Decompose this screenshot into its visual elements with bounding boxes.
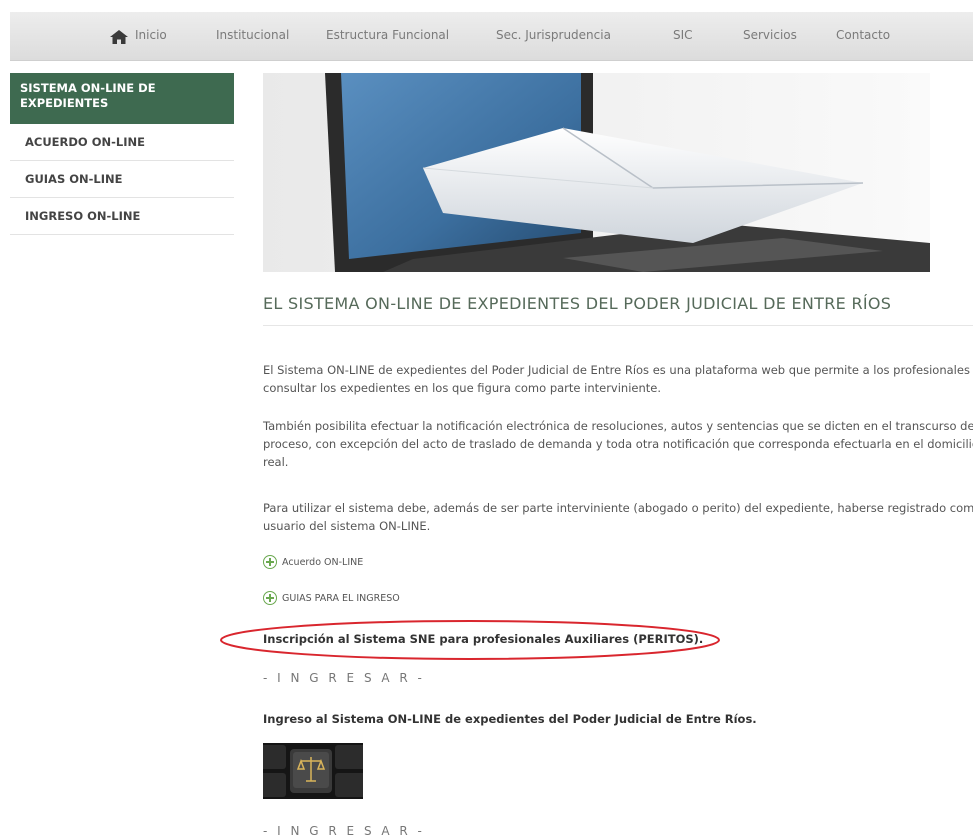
guias-ingreso-link-label: GUIAS PARA EL INGRESO (282, 592, 400, 604)
nav-sec-jurisprudencia[interactable]: Sec. Jurisprudencia (496, 28, 611, 42)
guias-ingreso-link[interactable]: GUIAS PARA EL INGRESO (263, 591, 400, 605)
ingresar-peritos-link[interactable]: - I N G R E S A R - (263, 671, 425, 685)
plus-circle-icon (263, 555, 277, 569)
sidebar-item-acuerdo-online[interactable]: ACUERDO ON-LINE (10, 124, 234, 161)
sidebar-item-ingreso-online[interactable]: INGRESO ON-LINE (10, 198, 234, 235)
plus-circle-icon (263, 591, 277, 605)
intro-paragraph-3: Para utilizar el sistema debe, además de… (263, 501, 973, 533)
ingreso-heading: Ingreso al Sistema ON-LINE de expediente… (263, 712, 757, 726)
sidebar-header[interactable]: SISTEMA ON-LINE DE EXPEDIENTES (10, 73, 234, 124)
nav-servicios[interactable]: Servicios (743, 28, 797, 42)
annotation-ellipse (220, 620, 720, 660)
intro-paragraph-1: El Sistema ON-LINE de expedientes del Po… (263, 363, 970, 395)
justice-key-thumbnail[interactable] (263, 743, 363, 799)
acuerdo-online-link[interactable]: Acuerdo ON-LINE (263, 555, 363, 569)
top-navigation: Inicio Institucional Estructura Funciona… (10, 12, 973, 61)
nav-estructura-funcional[interactable]: Estructura Funcional (326, 28, 449, 42)
nav-sic[interactable]: SIC (673, 28, 693, 42)
home-icon[interactable] (110, 30, 128, 44)
ingresar-online-link[interactable]: - I N G R E S A R - (263, 824, 425, 838)
sidebar-item-guias-online[interactable]: GUIAS ON-LINE (10, 161, 234, 198)
hero-image (263, 73, 930, 272)
acuerdo-online-link-label: Acuerdo ON-LINE (282, 556, 364, 568)
nav-institucional[interactable]: Institucional (216, 28, 289, 42)
page-title: EL SISTEMA ON-LINE DE EXPEDIENTES DEL PO… (263, 294, 892, 313)
sidebar: SISTEMA ON-LINE DE EXPEDIENTES ACUERDO O… (10, 73, 234, 235)
nav-inicio[interactable]: Inicio (135, 28, 167, 42)
intro-paragraph-2: También posibilita efectuar la notificac… (263, 419, 973, 469)
nav-contacto[interactable]: Contacto (836, 28, 890, 42)
title-divider (263, 325, 973, 326)
